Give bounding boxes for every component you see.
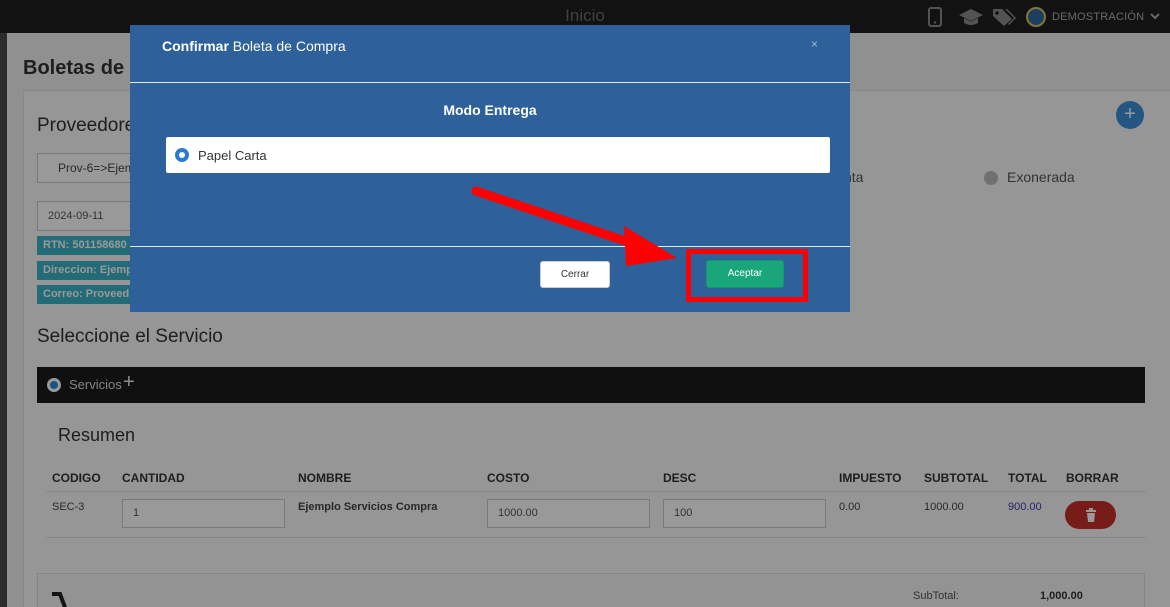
- annotation-arrow: [471, 186, 677, 266]
- annotation-highlight-box: [686, 249, 808, 302]
